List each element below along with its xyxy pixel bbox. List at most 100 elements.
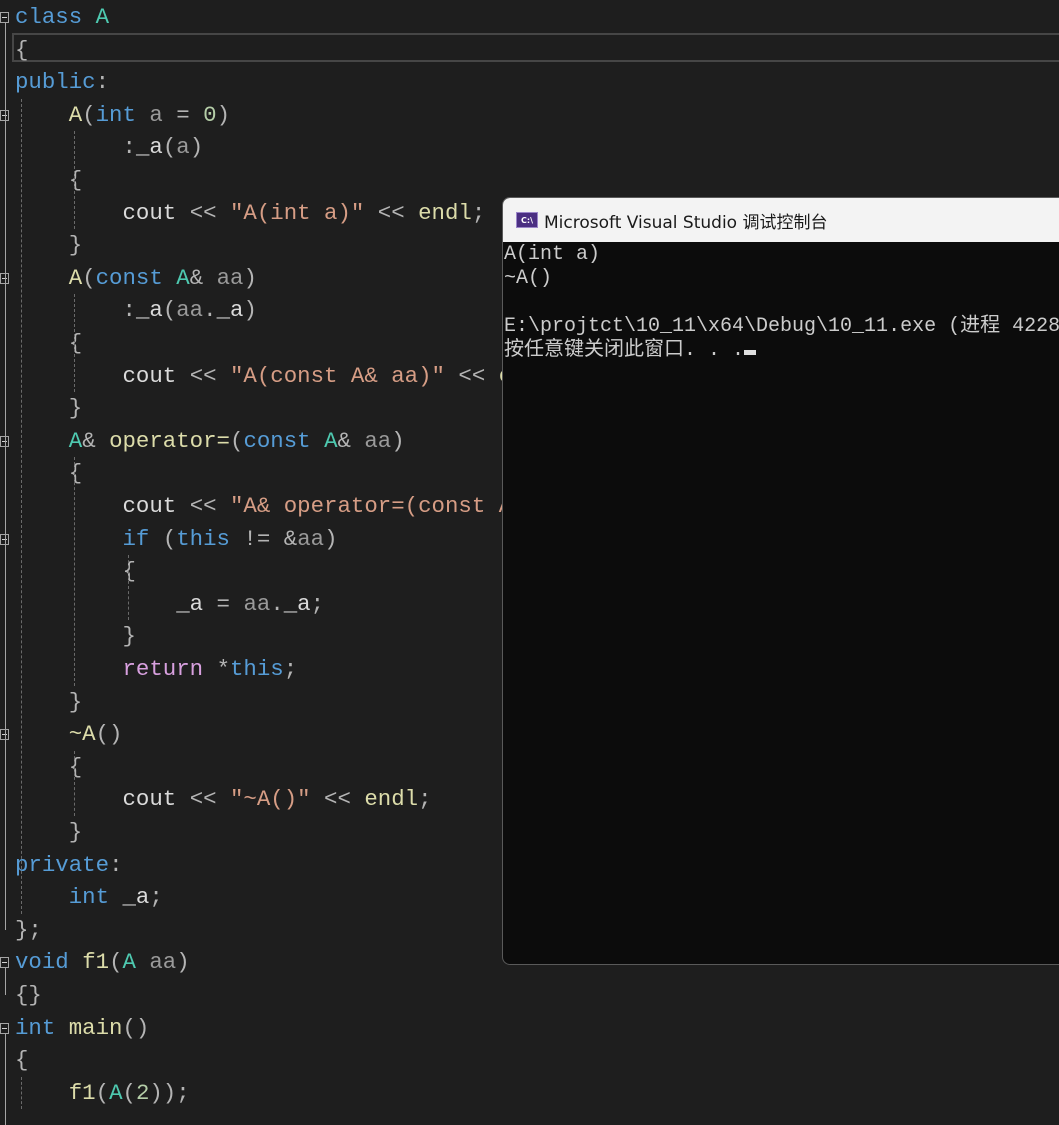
code-token: ) <box>391 427 405 454</box>
code-line[interactable]: } <box>15 816 82 849</box>
code-line[interactable]: } <box>15 686 82 719</box>
code-token: A <box>109 1079 123 1106</box>
code-line[interactable]: if (this != &aa) <box>15 523 337 556</box>
code-line[interactable]: { <box>15 327 82 360</box>
code-token: = <box>162 101 204 128</box>
code-line[interactable]: void f1(A aa) <box>15 946 190 979</box>
outline-bar <box>5 1033 6 1125</box>
code-line[interactable]: _a = aa._a; <box>15 588 324 621</box>
code-line[interactable]: { <box>15 751 82 784</box>
code-line[interactable]: class A <box>15 1 109 34</box>
code-line[interactable]: A& operator=(const A& aa) <box>15 425 405 458</box>
code-token: A <box>15 264 83 291</box>
collapse-toggle-icon[interactable] <box>0 957 9 969</box>
code-token: int <box>15 884 123 911</box>
code-token: ) <box>216 101 230 128</box>
code-token: << <box>364 199 419 226</box>
code-token: A <box>324 427 338 454</box>
code-token: )); <box>149 1079 190 1106</box>
code-token: : <box>15 134 136 161</box>
code-line[interactable]: cout << "A(const A& aa)" << endl; <box>15 360 565 393</box>
code-token: ) <box>243 297 257 324</box>
collapse-toggle-icon[interactable] <box>0 1022 9 1034</box>
code-token: } <box>15 819 83 845</box>
code-token: << <box>189 199 230 226</box>
code-token: & <box>189 264 217 291</box>
code-line[interactable]: cout << "A(int a)" << endl; <box>15 197 485 230</box>
console-title-bar[interactable]: C:\ Microsoft Visual Studio 调试控制台 <box>503 198 1059 242</box>
code-line[interactable]: private: <box>15 849 123 882</box>
code-token: { <box>15 36 29 63</box>
debug-console-window[interactable]: C:\ Microsoft Visual Studio 调试控制台 A(int … <box>502 197 1059 965</box>
code-token: "A(const A& aa)" <box>230 362 445 389</box>
code-token: ) <box>243 264 257 291</box>
code-line[interactable]: public: <box>15 66 109 99</box>
collapse-toggle-icon[interactable] <box>0 12 9 23</box>
code-token: : <box>109 851 123 878</box>
code-token: _a <box>283 590 311 617</box>
code-token: () <box>122 1014 150 1041</box>
code-token: : <box>15 297 136 324</box>
code-token: ( <box>109 949 123 976</box>
code-line[interactable]: {} <box>15 979 42 1012</box>
code-token: 2 <box>135 1079 150 1106</box>
code-token: & <box>82 427 110 454</box>
code-token: f1 <box>82 949 110 976</box>
code-token: { <box>15 558 136 585</box>
code-token: ( <box>162 525 177 552</box>
code-token: }; <box>15 916 42 943</box>
console-line: E:\projtct\10_11\x64\Debug\10_11.exe (进程… <box>504 315 1059 338</box>
code-line[interactable]: { <box>15 34 28 67</box>
code-line[interactable]: A(const A& aa) <box>15 262 257 295</box>
code-token: = <box>203 590 244 617</box>
code-token: << <box>445 362 499 389</box>
code-token: } <box>15 395 83 422</box>
code-token: operator= <box>109 427 230 454</box>
code-line[interactable]: :_a(a) <box>15 131 203 164</box>
code-line[interactable]: } <box>15 229 82 262</box>
current-line-highlight <box>12 33 1059 62</box>
code-line[interactable]: int main() <box>15 1012 149 1045</box>
code-token: ( <box>162 297 177 324</box>
code-token: 0 <box>203 101 217 128</box>
code-line[interactable]: { <box>15 1044 28 1077</box>
code-line[interactable]: }; <box>15 914 42 947</box>
code-token: ; <box>149 884 163 911</box>
code-token: { <box>15 330 83 356</box>
outline-bar <box>5 283 6 409</box>
code-line[interactable]: :_a(aa._a) <box>15 294 257 327</box>
code-token: cout <box>15 362 190 389</box>
code-token: _a <box>135 297 163 324</box>
code-token: ) <box>189 134 204 161</box>
code-line[interactable]: ~A() <box>15 718 123 751</box>
console-line: A(int a) <box>504 243 601 266</box>
code-token: aa <box>149 949 177 976</box>
code-token: private <box>15 851 110 878</box>
code-token: : <box>95 69 110 96</box>
console-prompt-text: 按任意键关闭此窗口. . . <box>504 339 745 362</box>
code-token: * <box>216 656 230 682</box>
indent-guide <box>21 1076 22 1110</box>
code-token: aa <box>243 590 271 617</box>
code-line[interactable]: f1(A(2)); <box>15 1077 190 1110</box>
code-token: endl <box>364 786 419 813</box>
code-line[interactable]: A(int a = 0) <box>15 99 230 132</box>
code-line[interactable]: { <box>15 457 82 490</box>
code-line[interactable]: { <box>15 555 136 588</box>
code-token: ; <box>471 199 486 226</box>
code-line[interactable]: cout << "~A()" << endl; <box>15 783 431 816</box>
code-token: main <box>68 1014 123 1041</box>
code-token: {} <box>15 982 42 1008</box>
console-line: ~A() <box>504 267 553 290</box>
code-line[interactable]: } <box>15 392 82 425</box>
code-token: _a <box>135 134 163 161</box>
code-line[interactable]: { <box>15 164 82 197</box>
code-line[interactable]: } <box>15 620 135 653</box>
code-token: << <box>189 493 230 519</box>
outline-bar <box>5 968 6 995</box>
text-cursor <box>744 350 757 355</box>
code-token: const <box>95 264 177 291</box>
code-line[interactable]: return *this; <box>15 653 297 686</box>
console-output[interactable]: A(int a) ~A() E:\projtct\10_11\x64\Debug… <box>503 242 1059 363</box>
code-line[interactable]: int _a; <box>15 881 163 914</box>
